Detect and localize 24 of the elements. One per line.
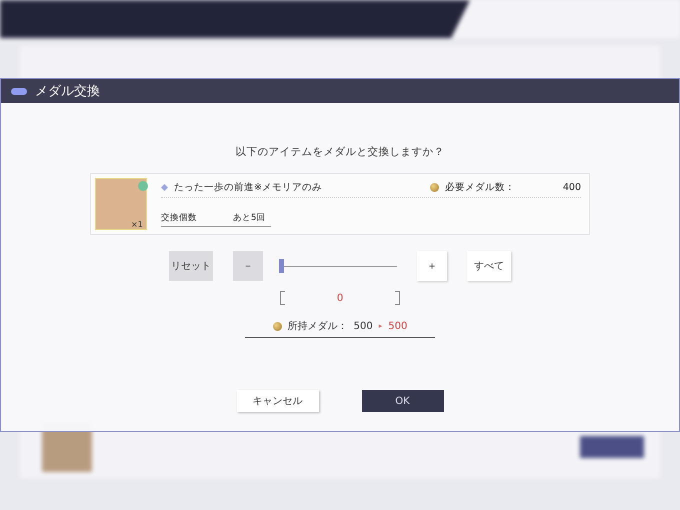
cost-value: 400 [562,182,581,193]
medal-balance-after: 500 [388,320,408,332]
pill-icon [11,88,27,94]
question-text: 以下のアイテムをメダルと交換しますか？ [236,145,444,159]
reset-button[interactable]: リセット [169,251,213,281]
minus-button[interactable]: － [233,251,263,281]
diamond-icon [161,184,168,191]
ok-button[interactable]: OK [362,390,444,412]
dialog-title: メダル交換 [35,83,100,100]
plus-button[interactable]: ＋ [417,251,447,281]
item-thumbnail-placeholder [95,178,147,230]
cost-label: 必要メダル数： [445,181,516,194]
item-name: たった一歩の前進※メモリアのみ [174,181,323,194]
cancel-button[interactable]: キャンセル [236,390,318,412]
medal-balance-current: 500 [354,320,373,332]
medal-balance-label: 所持メダル： [288,320,348,333]
slider-handle[interactable] [279,259,284,273]
coin-icon [272,322,282,330]
coin-icon [430,183,439,192]
remaining-text: あと5回 [233,212,266,224]
item-quantity: ×1 [131,220,143,229]
count-label: 交換個数 [161,212,197,224]
all-button[interactable]: すべて [467,251,511,281]
quantity-value: 0 [336,292,344,304]
